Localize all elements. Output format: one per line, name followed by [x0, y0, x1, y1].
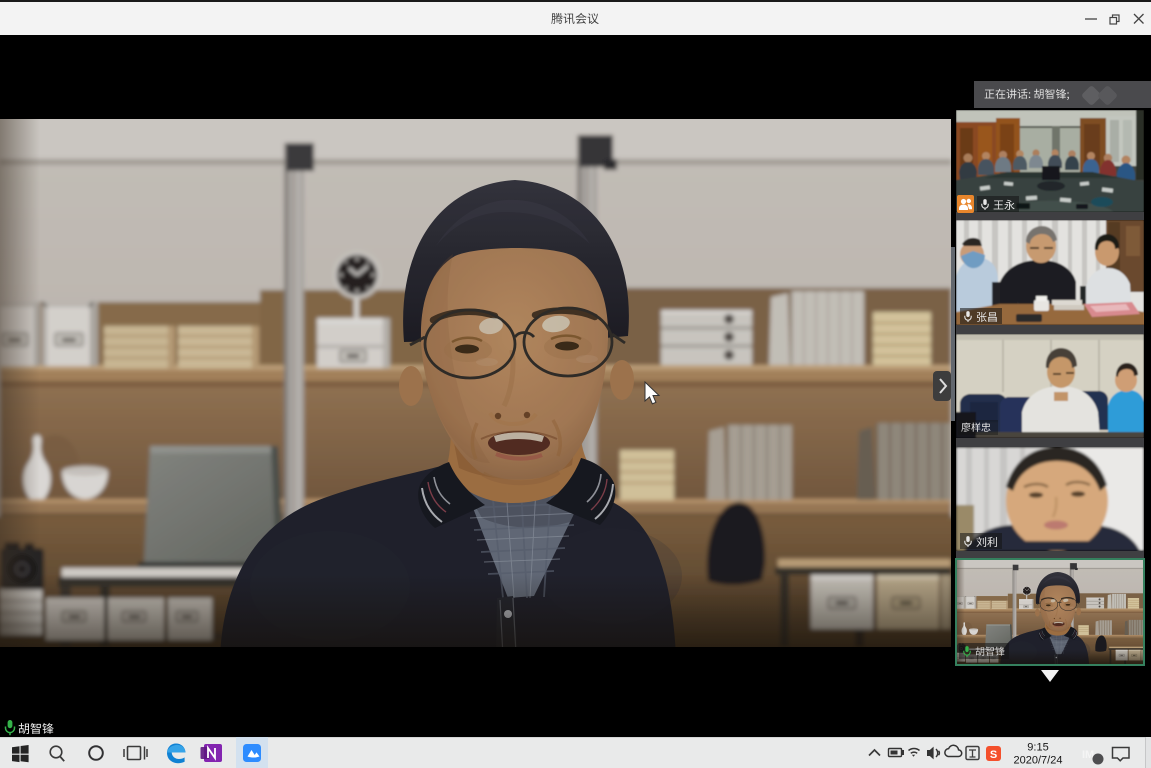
svg-text:S: S	[990, 749, 997, 761]
svg-text:IM: IM	[1082, 749, 1094, 761]
svg-text:9:15: 9:15	[1027, 742, 1048, 754]
svg-text:2020/7/24: 2020/7/24	[1014, 755, 1063, 767]
